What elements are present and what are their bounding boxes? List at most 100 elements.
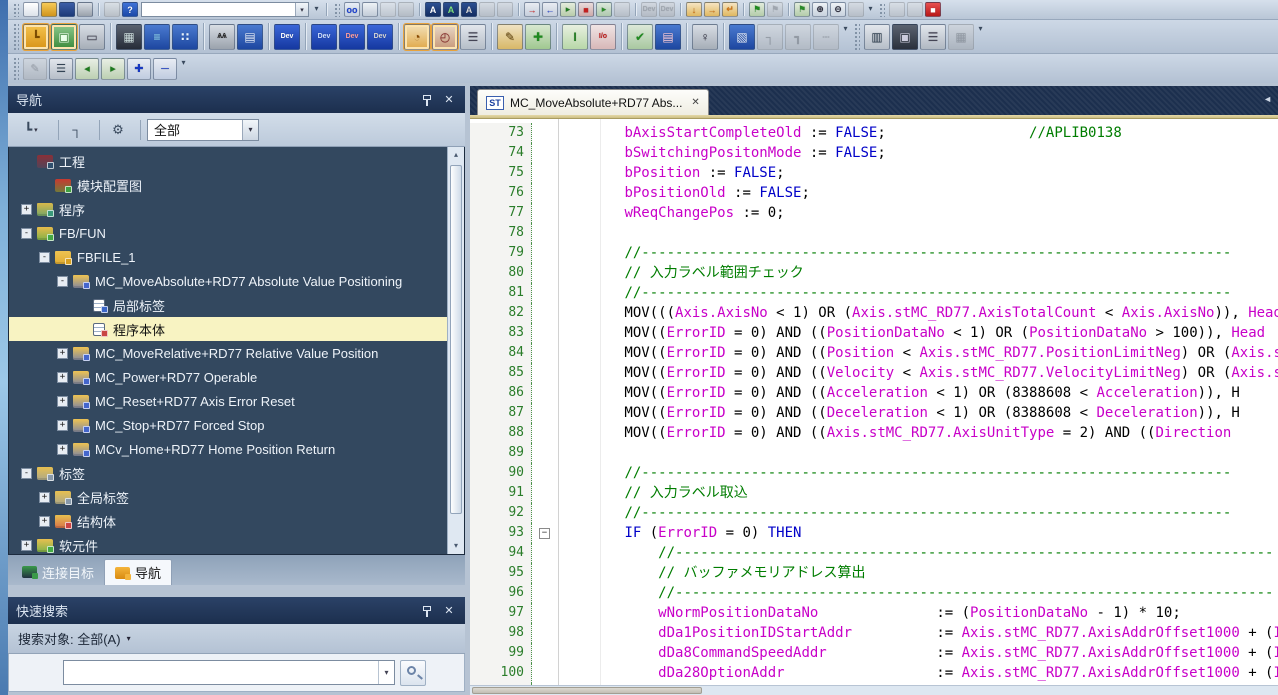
find-binoculars-icon[interactable]: ѦѦ: [209, 24, 235, 50]
gear-icon[interactable]: ⚙: [106, 119, 130, 141]
form-view-icon[interactable]: ▥: [864, 24, 890, 50]
link2-icon[interactable]: [497, 2, 513, 17]
label-a-blue-icon[interactable]: A: [425, 2, 441, 17]
device-memory-icon[interactable]: Dev: [311, 24, 337, 50]
device-memory-gray-icon[interactable]: Dev: [367, 24, 393, 50]
record-icon[interactable]: ■: [925, 2, 941, 17]
toolbar-grip[interactable]: [878, 2, 885, 17]
monitor-screen-icon[interactable]: ◴: [432, 24, 458, 50]
watch-window2-icon[interactable]: ∷: [172, 24, 198, 50]
close-icon[interactable]: ✕: [691, 97, 699, 108]
expand-icon[interactable]: +: [57, 348, 68, 359]
close-icon[interactable]: ✕: [441, 603, 457, 619]
write-plc-icon[interactable]: →: [524, 2, 540, 17]
link-icon[interactable]: [479, 2, 495, 17]
close-icon[interactable]: ✕: [441, 92, 457, 108]
search-button[interactable]: [400, 660, 426, 686]
chevron-down-icon[interactable]: ▾: [378, 661, 394, 684]
dev-disabled2-icon[interactable]: Dev: [659, 2, 675, 17]
dock-tab-connection[interactable]: 连接目标: [12, 559, 104, 585]
document-tab[interactable]: ST MC_MoveAbsolute+RD77 Abs... ✕: [477, 89, 709, 115]
toolbar-overflow-icon[interactable]: ▾: [178, 54, 189, 83]
expand-icon[interactable]: +: [57, 444, 68, 455]
expand-icon[interactable]: +: [57, 396, 68, 407]
insert-line-icon[interactable]: ✚: [127, 58, 151, 80]
step-right-icon[interactable]: →: [704, 2, 720, 17]
tree-scroll-thumb[interactable]: [450, 165, 462, 514]
find-next-green-icon[interactable]: ▸: [596, 2, 612, 17]
quick-access-combo[interactable]: ▾: [141, 2, 309, 17]
collapse-icon[interactable]: -: [21, 228, 32, 239]
collapse-icon[interactable]: -: [21, 468, 32, 479]
probe-search-icon[interactable]: ♀: [692, 24, 718, 50]
tool-disabled1-icon[interactable]: ┐: [757, 24, 783, 50]
device-list-icon[interactable]: [362, 2, 378, 17]
collapse-icon[interactable]: -: [39, 252, 50, 263]
find-prev-icon[interactable]: ◂: [75, 58, 99, 80]
hmi-screen-icon[interactable]: ▭: [79, 24, 105, 50]
horizontal-scrollbar[interactable]: [470, 685, 1278, 695]
edit-mode-icon[interactable]: I: [562, 24, 588, 50]
tree-item[interactable]: +全局标签: [9, 485, 447, 509]
tree-item[interactable]: 工程: [9, 149, 447, 173]
go-flag-icon[interactable]: ⚑: [794, 2, 810, 17]
expand-icon[interactable]: +: [39, 492, 50, 503]
tree-item[interactable]: 局部标签: [9, 293, 447, 317]
list-view-icon[interactable]: ☰: [460, 24, 486, 50]
tab-scroll-icon[interactable]: ◄: [1263, 94, 1272, 104]
window-paste-icon[interactable]: [907, 2, 923, 17]
tree-item[interactable]: +程序: [9, 197, 447, 221]
print-icon[interactable]: [77, 2, 93, 17]
expand-icon[interactable]: +: [21, 540, 32, 551]
fold-collapse-icon[interactable]: −: [539, 528, 550, 539]
expand-icon[interactable]: +: [39, 516, 50, 527]
io-wave-icon[interactable]: I/o: [590, 24, 616, 50]
expand-icon[interactable]: +: [21, 204, 32, 215]
find-device-green-icon[interactable]: ▸: [560, 2, 576, 17]
dock-tab-navigation[interactable]: 导航: [104, 559, 172, 585]
tree-item[interactable]: -标签: [9, 461, 447, 485]
chevron-down-icon[interactable]: ▾: [295, 3, 308, 16]
toolbar-overflow-icon[interactable]: ▾: [865, 0, 876, 19]
toolbar-grip[interactable]: [853, 22, 860, 51]
code-area[interactable]: 73 bAxisStartCompleteOld := FALSE; //APL…: [470, 119, 1278, 685]
tree-item[interactable]: +MC_Stop+RD77 Forced Stop: [9, 413, 447, 437]
watch-window-icon[interactable]: [398, 2, 414, 17]
check-program-icon[interactable]: ✔: [627, 24, 653, 50]
hand-edit-icon[interactable]: ✎: [497, 24, 523, 50]
find-gray-icon[interactable]: [614, 2, 630, 17]
toolbar-grip[interactable]: [12, 56, 19, 81]
toolbar-grip[interactable]: [12, 2, 19, 17]
toolbar-overflow-icon[interactable]: ▾: [975, 20, 986, 53]
tree-item[interactable]: +MC_Reset+RD77 Axis Error Reset: [9, 389, 447, 413]
scroll-up-icon[interactable]: ▴: [448, 147, 464, 163]
tree-item[interactable]: -MC_MoveAbsolute+RD77 Absolute Value Pos…: [9, 269, 447, 293]
tree-item[interactable]: -FB/FUN: [9, 221, 447, 245]
stop-flag-icon[interactable]: ⚑: [767, 2, 783, 17]
search-input[interactable]: [64, 661, 378, 684]
expand-icon[interactable]: +: [57, 420, 68, 431]
window-search-icon[interactable]: ▧: [729, 24, 755, 50]
tree-display-button[interactable]: ┗▾: [14, 119, 48, 141]
pin-icon[interactable]: [419, 92, 435, 108]
program-list-icon[interactable]: ☰: [49, 58, 73, 80]
toolbar-grip[interactable]: [12, 22, 19, 51]
paste-icon[interactable]: [104, 2, 120, 17]
element-selection-icon[interactable]: ▣: [51, 24, 77, 50]
navigation-window-icon[interactable]: ┗: [23, 24, 49, 50]
got-monitor-icon[interactable]: ▤: [655, 24, 681, 50]
duplicate-icon[interactable]: [380, 2, 396, 17]
tool-disabled3-icon[interactable]: ┄: [813, 24, 839, 50]
address-book-icon[interactable]: ▣: [892, 24, 918, 50]
tree-item[interactable]: +MC_Power+RD77 Operable: [9, 365, 447, 389]
watch-window1-icon[interactable]: ≡: [144, 24, 170, 50]
zoom-out-icon[interactable]: ⊖: [830, 2, 846, 17]
tree-item[interactable]: +MC_MoveRelative+RD77 Relative Value Pos…: [9, 341, 447, 365]
open-project-icon[interactable]: [41, 2, 57, 17]
module-chip-icon[interactable]: ▦: [116, 24, 142, 50]
run-flag-icon[interactable]: ⚑: [749, 2, 765, 17]
fb-parts-icon[interactable]: ▦: [948, 24, 974, 50]
monitor-watch-icon[interactable]: ◔: [404, 24, 430, 50]
delete-line-icon[interactable]: ─: [153, 58, 177, 80]
label-a-green-icon[interactable]: A: [443, 2, 459, 17]
